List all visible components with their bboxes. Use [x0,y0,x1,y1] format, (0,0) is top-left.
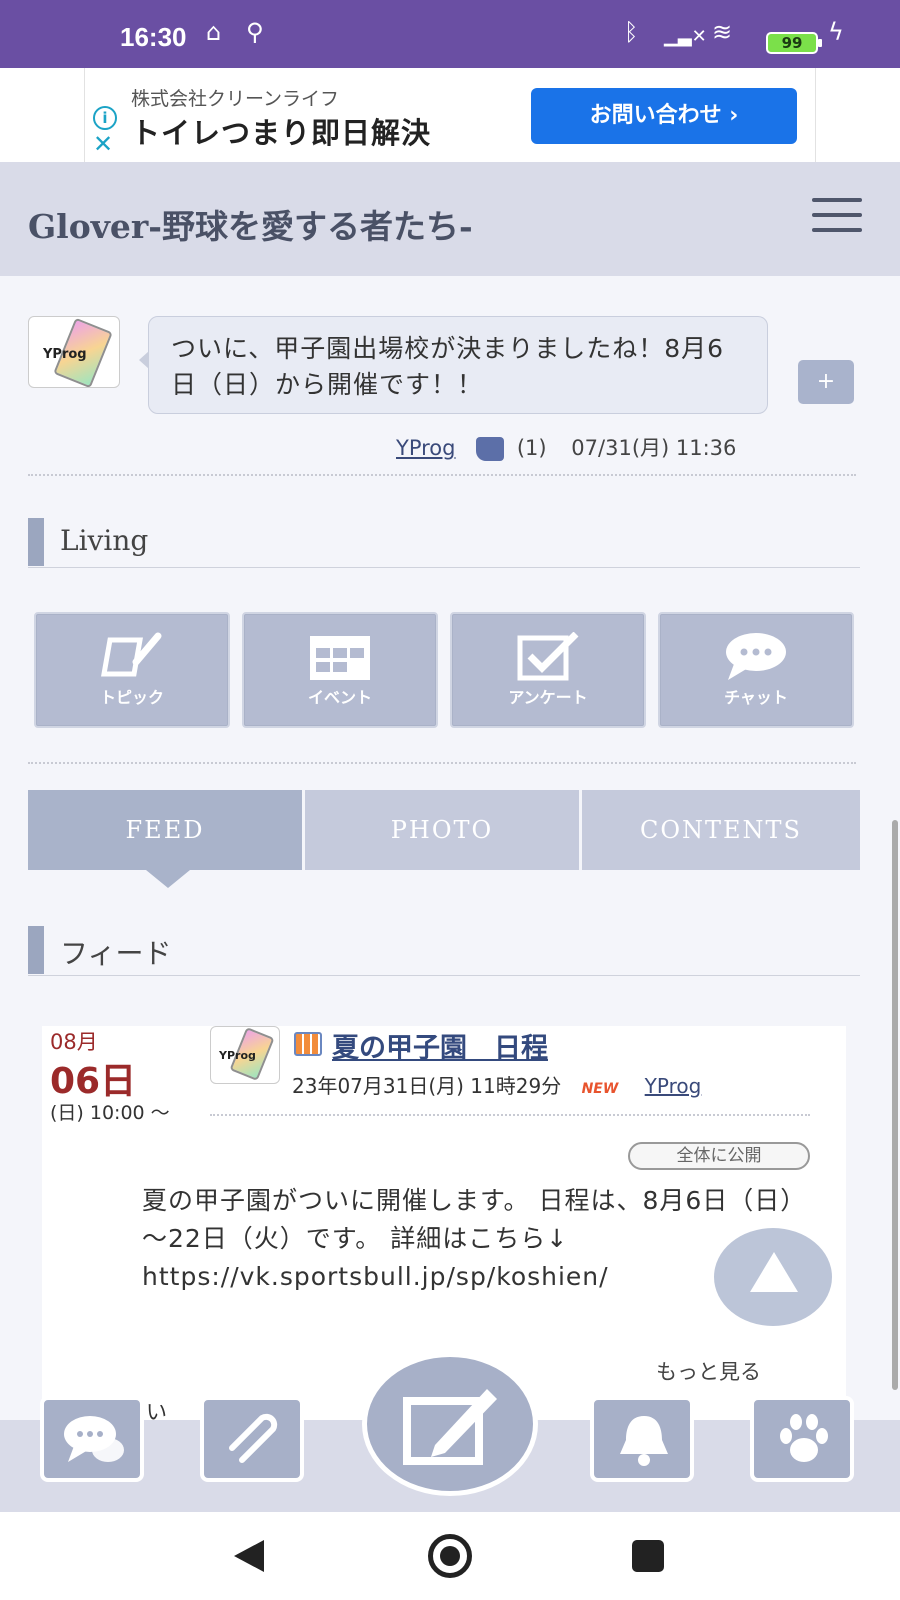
living-survey-button[interactable]: アンケート [450,612,646,728]
status-bar: 16:30 ⌂ ⚲ ᛒ ▁▃✕ ≋ 99 ϟ [0,0,900,68]
event-day: 06日 [50,1061,137,1102]
paw-icon [780,1414,828,1462]
topic-icon [101,632,162,677]
notification-button[interactable] [590,1396,694,1482]
avatar[interactable]: YProg [210,1026,280,1084]
site-title[interactable]: Glover-野球を愛する者たち- [28,200,473,248]
living-chat-button[interactable]: チャット [658,612,854,728]
charging-icon: ϟ [828,18,844,46]
divider [28,474,856,476]
lock-icon: ⚲ [246,18,264,46]
chat-bubbles-button[interactable] [40,1396,144,1482]
event-calendar-icon [294,1032,322,1056]
content-tabs: FEED PHOTO CONTENTS [28,790,860,888]
feed-posted-date: 23年07月31日(月) 11時29分 [292,1074,562,1098]
chat-bubbles-icon [64,1416,124,1462]
feed-card-meta: 23年07月31日(月) 11時29分 NEW YProg [292,1070,701,1099]
tweet-datetime: 07/31(月) 11:36 [571,436,737,460]
ad-banner[interactable]: i ✕ 株式会社クリーンライフ トイレつまり即日解決 お問い合わせ › [0,68,900,162]
paperclip-icon [229,1413,278,1463]
bell-icon [620,1416,668,1466]
signal-icon: ▁▃✕ [664,26,707,47]
ad-contact-button[interactable]: お問い合わせ › [531,88,797,144]
compose-pen-icon [403,1389,497,1465]
info-icon[interactable]: i [93,106,117,130]
status-time: 16:30 [120,22,187,52]
event-time: (日) 10:00 ～ [50,1102,170,1124]
feed-card-title[interactable]: 夏の甲子園 日程 [332,1026,548,1065]
avatar[interactable]: YProg [28,316,120,388]
expand-button[interactable]: + [798,360,854,404]
tweet-like-count: (1) [516,436,547,460]
feed-user-link[interactable]: YProg [645,1074,702,1098]
feed-heading: フィード [28,926,860,976]
close-icon[interactable]: ✕ [93,132,113,156]
sim-icon: ⌂ [206,18,222,46]
living-heading: Living [28,518,860,568]
tab-feed[interactable]: FEED [28,790,302,888]
chat-icon [726,633,786,680]
new-badge: NEW [581,1081,619,1097]
living-event-button[interactable]: イベント [242,612,438,728]
see-more-link[interactable]: もっと見る [656,1356,761,1386]
bluetooth-icon: ᛒ [624,18,639,46]
tab-photo[interactable]: PHOTO [305,790,579,870]
divider [210,1114,810,1116]
attachment-button[interactable] [200,1396,304,1482]
recent-apps-icon[interactable] [632,1540,664,1572]
tweet-bubble: ついに、甲子園出場校が決まりましたね！8月6日（日）から開催です！！ [139,316,768,414]
pet-button[interactable] [750,1396,854,1482]
scrollbar[interactable] [892,820,898,1390]
back-icon[interactable] [234,1540,264,1572]
thumbs-up-icon[interactable] [476,437,505,461]
wifi-icon: ≋ [712,18,733,46]
tab-contents[interactable]: CONTENTS [582,790,860,870]
compose-button[interactable] [362,1352,538,1496]
hamburger-icon[interactable] [812,198,862,238]
tweet-meta: YProg (1) 07/31(月) 11:36 [396,432,736,462]
tweet-user-link[interactable]: YProg [396,436,455,460]
feed-card-body: 夏の甲子園がついに開催します。 日程は、8月6日（日）～22日（火）です。 詳細… [142,1186,794,1291]
living-topic-button[interactable]: トピック [34,612,230,728]
visibility-badge: 全体に公開 [628,1142,810,1170]
scroll-to-top-button[interactable] [714,1228,832,1326]
ad-company: 株式会社クリーンライフ [131,88,340,110]
ad-headline[interactable]: トイレつまり即日解決 [131,110,431,152]
battery-icon: 99 [766,32,822,54]
system-nav-bar [0,1512,900,1600]
site-header: Glover-野球を愛する者たち- [0,162,900,276]
divider [28,762,856,764]
calendar-icon [310,636,370,680]
home-icon[interactable] [428,1534,472,1578]
survey-check-icon [517,632,579,681]
